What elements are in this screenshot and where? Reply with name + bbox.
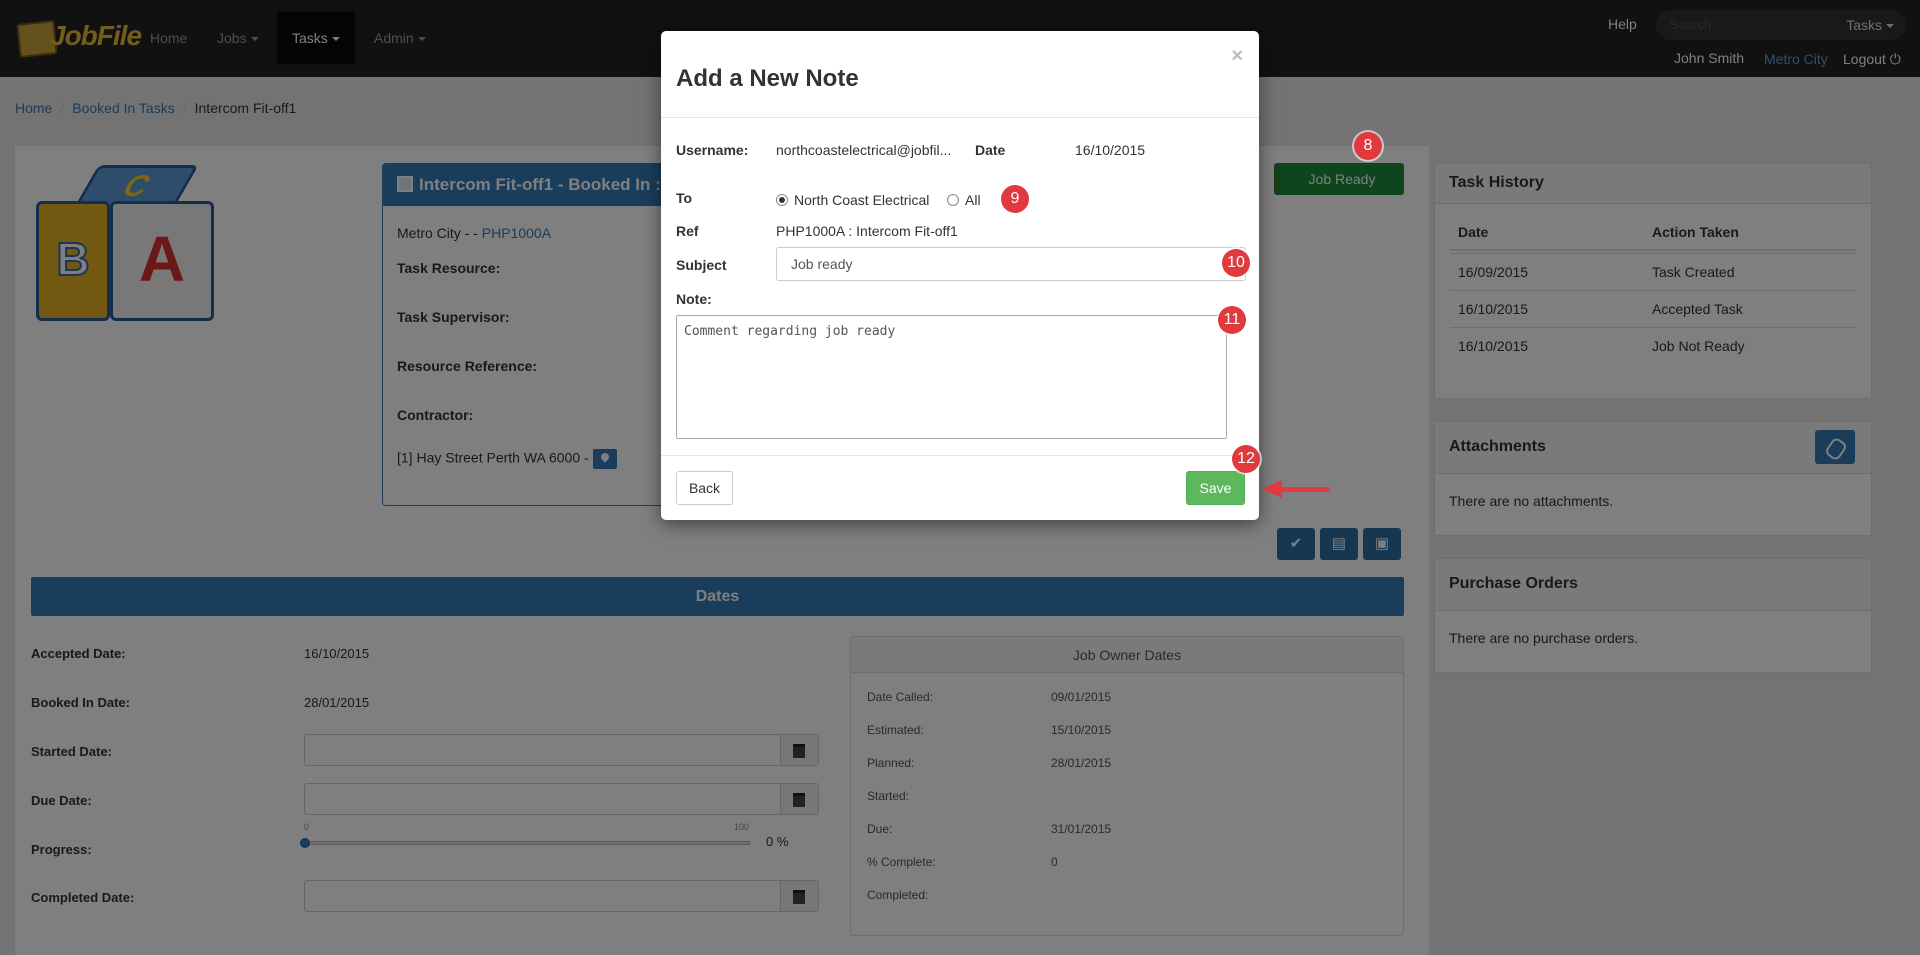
annotation-arrow-icon: [1262, 480, 1330, 498]
close-icon[interactable]: ×: [1231, 45, 1243, 68]
radio-selected[interactable]: [776, 194, 788, 206]
subject-label: Subject: [676, 257, 727, 273]
add-note-modal: Add a New Note × Username: northcoastele…: [661, 31, 1259, 520]
modal-title: Add a New Note: [676, 65, 859, 92]
subject-input[interactable]: Job ready: [776, 247, 1246, 281]
to-option-north-coast[interactable]: North Coast Electrical: [776, 192, 929, 208]
ref-label: Ref: [676, 223, 699, 239]
date-value: 16/10/2015: [1075, 142, 1146, 158]
radio-unselected[interactable]: [947, 194, 959, 206]
note-label: Note:: [676, 291, 712, 307]
annotation-badge-12: 12: [1232, 445, 1260, 473]
annotation-badge-10: 10: [1222, 249, 1250, 277]
ref-value: PHP1000A : Intercom Fit-off1: [776, 223, 958, 239]
to-option-all[interactable]: All: [947, 192, 981, 208]
username-label: Username:: [676, 142, 749, 158]
annotation-badge-8: 8: [1354, 132, 1382, 160]
username-value: northcoastelectrical@jobfil...: [776, 142, 952, 158]
save-button[interactable]: Save: [1186, 471, 1245, 505]
annotation-badge-11: 11: [1218, 306, 1246, 334]
to-label: To: [676, 190, 693, 206]
date-label: Date: [975, 142, 1006, 158]
back-button[interactable]: Back: [676, 471, 733, 505]
annotation-badge-9: 9: [1001, 185, 1029, 213]
note-textarea[interactable]: Comment regarding job ready: [676, 315, 1227, 439]
